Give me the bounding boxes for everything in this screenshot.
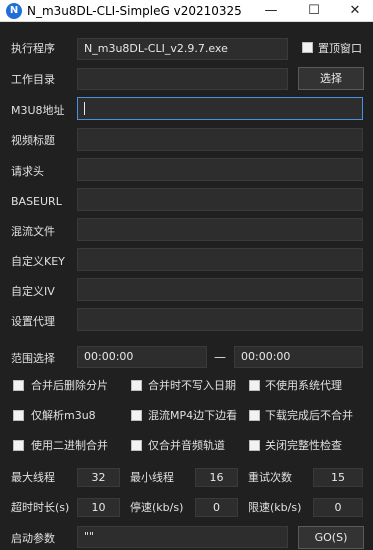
option-label-no-system-proxy: 不使用系统代理 (265, 379, 342, 392)
headers-label: 请求头 (11, 165, 44, 178)
mux-label: 混流文件 (11, 225, 55, 238)
m3u8-label: M3U8地址 (11, 104, 65, 117)
key-label: 自定义KEY (11, 255, 65, 268)
stop-speed-input[interactable]: 0 (195, 498, 238, 517)
headers-input[interactable] (77, 158, 363, 181)
timeout-label: 超时时长(s) (11, 501, 70, 514)
range-separator: — (214, 350, 226, 364)
custom-iv-input[interactable] (77, 278, 363, 301)
title-bar: N N_m3u8DL-CLI-SimpleG v20210325 — ☐ ✕ (0, 0, 373, 22)
option-label-binary-merge: 使用二进制合并 (31, 439, 108, 452)
topmost-label: 置顶窗口 (318, 42, 362, 55)
limit-speed-input[interactable]: 0 (313, 498, 363, 517)
close-button[interactable]: ✕ (333, 0, 373, 22)
timeout-input[interactable]: 10 (77, 498, 120, 517)
window-title: N_m3u8DL-CLI-SimpleG v20210325 (27, 4, 242, 18)
retries-input[interactable]: 15 (313, 468, 363, 487)
browse-button[interactable]: 选择 (298, 67, 364, 90)
title-label: 视频标题 (11, 134, 55, 147)
stop-speed-label: 停速(kb/s) (130, 501, 184, 514)
baseurl-label: BASEURL (11, 195, 62, 208)
min-threads-input[interactable]: 16 (195, 468, 238, 487)
range-start-input[interactable]: 00:00:00 (77, 346, 207, 368)
topmost-checkbox[interactable] (302, 42, 313, 53)
option-checkbox-no-date[interactable] (131, 380, 142, 391)
option-label-audio-only: 仅合并音频轨道 (148, 439, 225, 452)
proxy-label: 设置代理 (11, 315, 55, 328)
maximize-button[interactable]: ☐ (292, 0, 336, 22)
app-icon: N (6, 3, 22, 19)
exe-field[interactable]: N_m3u8DL-CLI_v2.9.7.exe (77, 38, 288, 60)
exe-label: 执行程序 (11, 42, 55, 55)
go-button[interactable]: GO(S) (298, 526, 364, 549)
args-label: 启动参数 (11, 532, 55, 545)
retries-label: 重试次数 (248, 471, 292, 484)
max-threads-input[interactable]: 32 (77, 468, 120, 487)
option-checkbox-binary-merge[interactable] (13, 440, 24, 451)
m3u8-url-input[interactable] (77, 97, 363, 120)
workdir-field[interactable] (77, 68, 288, 90)
option-label-no-merge: 下载完成后不合并 (265, 409, 353, 422)
min-threads-label: 最小线程 (130, 471, 174, 484)
option-label-delete-segments: 合并后删除分片 (31, 379, 108, 392)
minimize-button[interactable]: — (249, 0, 293, 22)
option-label-mux-while-download: 混流MP4边下边看 (148, 409, 238, 422)
custom-key-input[interactable] (77, 248, 363, 271)
limit-speed-label: 限速(kb/s) (248, 501, 302, 514)
iv-label: 自定义IV (11, 285, 55, 298)
text-caret (84, 102, 85, 115)
proxy-input[interactable] (77, 308, 363, 331)
baseurl-input[interactable] (77, 188, 363, 211)
option-label-no-integrity-check: 关闭完整性检查 (265, 439, 342, 452)
option-checkbox-delete-segments[interactable] (13, 380, 24, 391)
option-checkbox-audio-only[interactable] (131, 440, 142, 451)
option-checkbox-no-merge[interactable] (249, 410, 260, 421)
option-checkbox-mux-while-download[interactable] (131, 410, 142, 421)
option-checkbox-parse-only[interactable] (13, 410, 24, 421)
video-title-input[interactable] (77, 128, 363, 151)
option-label-no-date: 合并时不写入日期 (148, 379, 236, 392)
args-input[interactable]: "" (77, 526, 288, 548)
option-checkbox-no-system-proxy[interactable] (249, 380, 260, 391)
max-threads-label: 最大线程 (11, 471, 55, 484)
range-end-input[interactable]: 00:00:00 (234, 346, 363, 368)
workdir-label: 工作目录 (11, 73, 55, 86)
option-checkbox-no-integrity-check[interactable] (249, 440, 260, 451)
range-label: 范围选择 (11, 352, 55, 365)
mux-file-input[interactable] (77, 218, 363, 241)
option-label-parse-only: 仅解析m3u8 (31, 409, 96, 422)
